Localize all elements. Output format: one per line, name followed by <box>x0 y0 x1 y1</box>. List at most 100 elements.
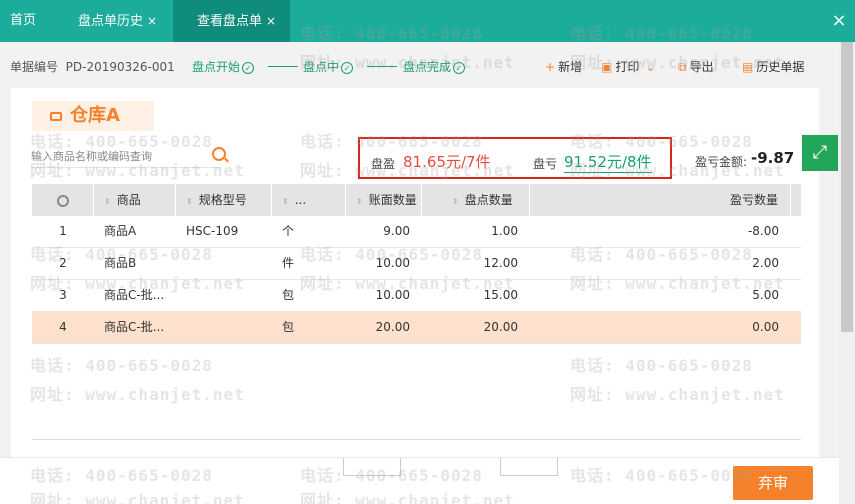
tab-label: 查看盘点单 <box>197 14 263 29</box>
pager-size-select[interactable] <box>500 458 558 476</box>
cell-book-qty: 20.00 <box>375 320 410 334</box>
header-label: 盈亏数量 <box>729 193 778 207</box>
header-spec[interactable]: ⬍ 规格型号 <box>176 184 272 216</box>
cell-product: 商品A <box>104 224 137 238</box>
history-button[interactable]: ▤ 历史单据 <box>742 58 804 75</box>
scrollbar-thumb[interactable] <box>841 42 853 332</box>
window-close-icon[interactable]: × <box>829 0 849 42</box>
header-book-qty[interactable]: ⬍ 账面数量 <box>346 184 422 216</box>
cell-diff-qty: 2.00 <box>752 256 779 270</box>
cell-product: 商品C-批... <box>104 288 165 302</box>
check-icon: ✓ <box>341 62 354 74</box>
summary-highlight: 盘盈 81.65元/7件 盘亏 91.52元/8件 <box>358 137 672 179</box>
cell-unit: 包 <box>282 288 295 302</box>
row-number: 4 <box>59 320 67 334</box>
printer-icon: ▣ <box>601 60 613 74</box>
header-unit[interactable]: ⬍... <box>272 184 346 216</box>
cell-book-qty: 9.00 <box>383 224 410 238</box>
loss-label: 盘亏 <box>533 157 558 171</box>
header-label: 账面数量 <box>368 193 417 207</box>
print-button-label: 打印 <box>615 60 640 74</box>
header-product[interactable]: ⬍ 商品 <box>94 184 176 216</box>
doc-number-value: PD-20190326-001 <box>65 60 175 74</box>
profit-loss-value: -9.87 <box>751 149 795 167</box>
loss-value[interactable]: 91.52元/8件 <box>564 151 652 173</box>
sort-icon: ⬍ <box>452 197 459 206</box>
check-icon: ✓ <box>242 62 255 74</box>
print-button[interactable]: ▣ 打印 ⌄ <box>601 58 658 75</box>
sort-icon: ⬍ <box>356 197 363 206</box>
cell-spec <box>176 280 272 311</box>
check-icon: ✓ <box>453 62 466 74</box>
step-complete: 盘点完成 ✓ <box>403 58 466 75</box>
cell-product: 商品C-批... <box>104 320 165 334</box>
add-button[interactable]: + 新增 <box>545 58 582 75</box>
tab-label: 盘点单历史 <box>78 14 144 29</box>
main-panel: 仓库A 盘盈 81.65元/7件 盘亏 91.52元/8件 盈亏金额: -9.8… <box>11 88 819 504</box>
cell-count-qty: 1.00 <box>491 224 518 238</box>
search-input[interactable] <box>31 146 221 168</box>
cell-count-qty: 12.00 <box>483 256 518 270</box>
export-button[interactable]: ⧉ 导出 <box>678 58 714 75</box>
expand-button[interactable]: ⤢ <box>802 135 838 171</box>
chevron-down-icon[interactable]: ⌄ <box>645 60 655 74</box>
tab-home-label: 首页 <box>10 13 37 28</box>
cell-diff-qty: -8.00 <box>747 224 779 238</box>
tab-stocktake-history[interactable]: 盘点单历史 × <box>68 0 167 42</box>
header-count-qty[interactable]: ⬍ 盘点数量 <box>422 184 530 216</box>
surplus-label: 盘盈 <box>371 157 396 171</box>
toolbar: 单据编号 PD-20190326-001 盘点开始 ✓ 盘点中 ✓ 盘点完成 ✓ + 新… <box>0 42 855 88</box>
doc-number-label: 单据编号 <box>10 60 59 74</box>
sort-icon: ⬍ <box>282 197 289 206</box>
column-settings[interactable] <box>32 184 94 216</box>
doc-number: 单据编号 PD-20190326-001 <box>10 58 175 75</box>
footer-bar: 弃审 <box>0 457 839 504</box>
warehouse-tag: 仓库A <box>32 101 154 131</box>
tab-view-stocktake[interactable]: 查看盘点单 × <box>173 0 290 42</box>
sort-icon: ⬍ <box>186 197 193 206</box>
export-button-label: 导出 <box>689 60 714 74</box>
gear-icon[interactable] <box>56 194 69 207</box>
add-button-label: 新增 <box>558 60 583 74</box>
warehouse-name: 仓库A <box>70 105 120 126</box>
header-diff-qty[interactable]: 盈亏数量 <box>530 184 791 216</box>
table-row-selected[interactable]: 4 商品C-批... 包 20.00 20.00 0.00 <box>32 312 801 344</box>
step-label: 盘点中 <box>303 60 340 74</box>
plus-icon: + <box>545 60 556 74</box>
cell-diff-qty: 5.00 <box>752 288 779 302</box>
table-row[interactable]: 3 商品C-批... 包 10.00 15.00 5.00 <box>32 280 801 312</box>
header-label: ... <box>294 193 307 207</box>
history-button-label: 历史单据 <box>756 60 805 74</box>
pager-input[interactable] <box>343 458 401 476</box>
export-icon: ⧉ <box>678 60 687 74</box>
stocktake-table: ⬍ 商品 ⬍ 规格型号 ⬍... ⬍ 账面数量 ⬍ 盘点数量 盈亏数量 1 商品A HS… <box>32 184 801 344</box>
scrollbar[interactable] <box>839 42 855 504</box>
cell-book-qty: 10.00 <box>375 256 410 270</box>
close-icon[interactable]: × <box>147 14 157 28</box>
table-row[interactable]: 1 商品A HSC-109 个 9.00 1.00 -8.00 <box>32 216 801 248</box>
step-label: 盘点完成 <box>403 60 452 74</box>
step-start: 盘点开始 ✓ <box>192 58 255 75</box>
cell-count-qty: 20.00 <box>483 320 518 334</box>
profit-loss-label: 盈亏金额: <box>695 155 748 169</box>
close-icon[interactable]: × <box>266 14 276 28</box>
step-label: 盘点开始 <box>192 60 241 74</box>
search-icon[interactable] <box>212 147 226 161</box>
abandon-review-button[interactable]: 弃审 <box>733 466 813 500</box>
tab-home[interactable]: 首页 <box>0 0 46 42</box>
table-bottom-border <box>32 439 801 440</box>
header-label: 规格型号 <box>198 193 247 207</box>
cell-unit: 个 <box>282 224 295 238</box>
row-number: 2 <box>59 256 67 270</box>
cell-spec <box>176 248 272 279</box>
tab-bar: 首页 盘点单历史 × 查看盘点单 × × <box>0 0 855 42</box>
cell-diff-qty: 0.00 <box>752 320 779 334</box>
table-header: ⬍ 商品 ⬍ 规格型号 ⬍... ⬍ 账面数量 ⬍ 盘点数量 盈亏数量 <box>32 184 801 216</box>
table-row[interactable]: 2 商品B 件 10.00 12.00 2.00 <box>32 248 801 280</box>
row-number: 3 <box>59 288 67 302</box>
cell-unit: 件 <box>282 256 295 270</box>
step-connector <box>268 66 298 67</box>
cell-product: 商品B <box>104 256 137 270</box>
expand-icon: ⤢ <box>812 142 828 163</box>
cell-count-qty: 15.00 <box>483 288 518 302</box>
